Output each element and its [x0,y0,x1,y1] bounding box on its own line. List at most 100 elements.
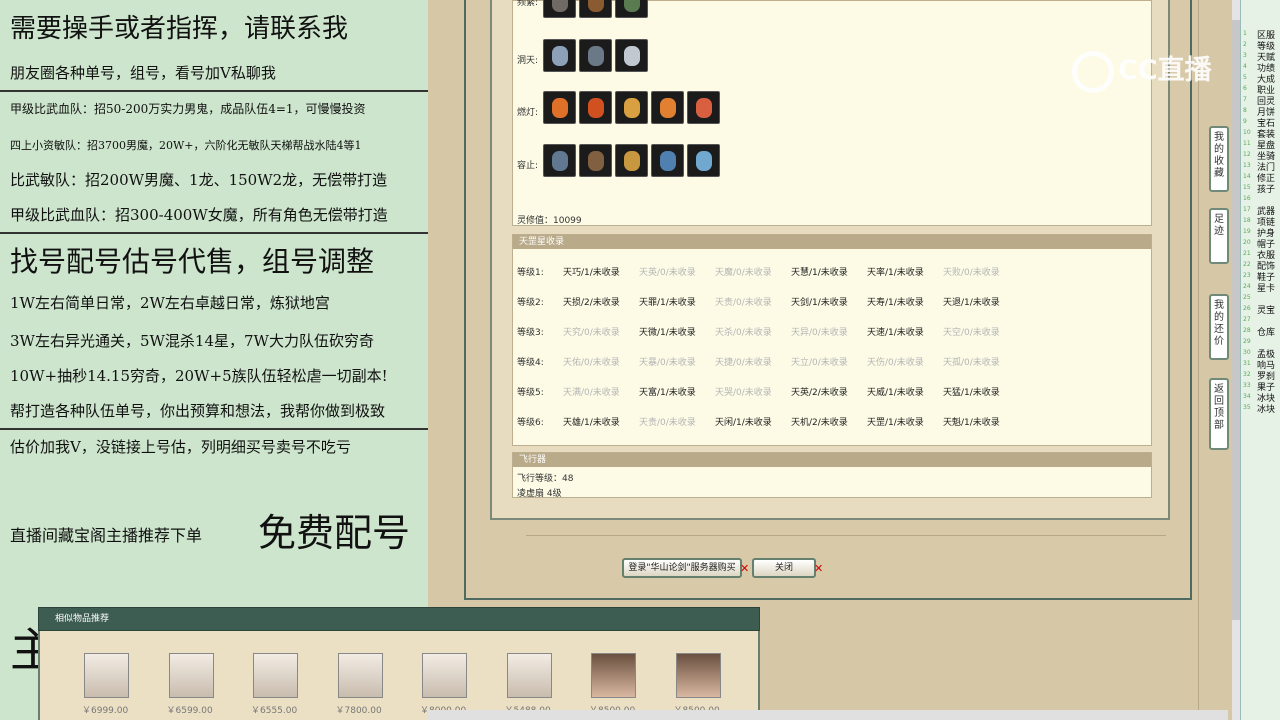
ad-line: 四上小资敏队：招3700男魔，20W+，六阶化无敏队天梯帮战水陆4等1 [10,139,362,152]
nav-item[interactable]: 灵宝 [1257,303,1275,316]
row-number: 33 [1243,382,1251,389]
attribute-nav-list: 1 区服 2 等级 3 天赋 4 功绩 5 大成 6 职业 7 回灵 8 月饼 9 宝石 10 套装 11 星盘 12 坐骑 1… [1240,0,1280,720]
back-to-top-button[interactable]: 返回顶部 [1209,378,1229,450]
item-icon[interactable] [615,91,648,124]
row-label: 洞天: [517,56,539,66]
row-number: 26 [1243,305,1251,312]
close-icon: ✕ [814,562,824,575]
row-number: 2 [1243,41,1247,48]
item-icon[interactable] [543,39,576,72]
item-icon[interactable] [543,144,576,177]
level-label: 等级5: [517,388,544,398]
item-glyph [696,151,712,171]
similar-items-list: ￥6999.00￥6599.00￥6555.00￥7800.00￥8000.00… [38,631,760,720]
row-number: 32 [1243,371,1251,378]
item-thumbnail[interactable] [591,653,636,698]
close-button[interactable]: 关闭 [752,558,816,578]
ad-divider [0,232,428,234]
row-number: 15 [1243,184,1251,191]
ad-line: 帮打造各种队伍单号，你出预算和想法，我帮你做到极致 [10,402,386,420]
item-glyph [696,98,712,118]
nav-item[interactable]: 仓库 [1257,325,1275,338]
star-entry: 天哭/0/未收录 [715,388,772,398]
level-label: 等级2: [517,298,544,308]
item-icon[interactable] [687,91,720,124]
item-thumbnail[interactable] [675,653,721,698]
star-entry: 天退/1/未收录 [943,298,1000,308]
item-thumbnail[interactable] [506,653,552,698]
nav-item[interactable]: 星卡 [1257,281,1275,294]
star-entry: 天寿/1/未收录 [867,298,924,308]
star-entry: 天英/2/未收录 [791,388,848,398]
row-number: 4 [1243,63,1247,70]
row-number: 25 [1243,294,1251,301]
ad-line: 1W左右简单日常，2W左右卓越日常，炼狱地宫 [10,294,330,312]
row-number: 9 [1243,118,1247,125]
tiangang-star-panel: 天罡星收录 等级1: 天巧/1/未收录 天英/0/未收录 天魔/0/未收录 天慧/1/未… [512,234,1152,446]
item-icon[interactable] [579,39,612,72]
my-favorites-button[interactable]: 我的收藏 [1209,126,1229,192]
star-entry: 天雄/1/未收录 [563,418,620,428]
star-entry: 天巧/1/未收录 [563,268,620,278]
row-number: 7 [1243,96,1247,103]
nav-item[interactable]: 冰块 [1257,402,1275,415]
footprint-button[interactable]: 足迹 [1209,208,1229,264]
item-icon[interactable] [579,91,612,124]
item-icon[interactable] [543,0,576,18]
item-icon[interactable] [651,91,684,124]
ad-line: 直播间藏宝阁主播推荐下单 [10,526,203,545]
item-icon[interactable] [579,144,612,177]
divider [526,535,1166,536]
item-icon[interactable] [579,0,612,18]
item-thumbnail[interactable] [253,653,298,698]
star-entry: 天损/2/未收录 [563,298,620,308]
flyer-level: 飞行等级：48 [517,474,574,484]
item-thumbnail[interactable] [168,653,214,698]
row-number: 29 [1243,338,1251,345]
star-entry: 天魁/1/未收录 [943,418,1000,428]
star-entry: 天空/0/未收录 [943,328,1000,338]
row-number: 22 [1243,261,1251,268]
row-number: 5 [1243,74,1247,81]
item-icon[interactable] [615,39,648,72]
star-entry: 天罡/1/未收录 [867,418,924,428]
item-icon[interactable] [687,144,720,177]
flyer-fan: 凌虚扇 4级 [517,489,562,499]
star-entry: 天慧/1/未收录 [791,268,848,278]
star-entry: 天立/0/未收录 [791,358,848,368]
row-number: 1 [1243,30,1247,37]
star-entry: 天伤/0/未收录 [867,358,924,368]
star-entry: 天满/0/未收录 [563,388,620,398]
nav-item[interactable]: 孩子 [1257,182,1275,195]
row-number: 6 [1243,85,1247,92]
star-entry: 天罪/1/未收录 [639,298,696,308]
horizontal-scrollbar[interactable] [428,710,1228,720]
star-entry: 天闲/1/未收录 [715,418,772,428]
star-entry: 天猛/1/未收录 [943,388,1000,398]
row-number: 27 [1243,316,1251,323]
row-label: 频繁: [517,0,539,8]
item-glyph [588,151,604,171]
item-icon[interactable] [615,144,648,177]
row-number: 35 [1243,404,1251,411]
item-thumbnail[interactable] [84,653,129,698]
item-icon[interactable] [543,91,576,124]
star-entry: 天微/1/未收录 [639,328,696,338]
item-thumbnail[interactable] [422,653,467,698]
item-glyph [552,98,568,118]
ad-line: 甲级比武血队：招300-400W女魔，所有角色无偿带打造 [10,206,388,224]
scrollbar-thumb[interactable] [1232,20,1240,620]
item-icon[interactable] [651,144,684,177]
star-entry: 天富/1/未收录 [639,388,696,398]
item-thumbnail[interactable] [337,653,383,698]
ad-line: 估价加我V，没链接上号估，列明细买号卖号不吃亏 [10,438,351,456]
ad-divider [0,90,428,92]
my-offers-button[interactable]: 我的还价 [1209,294,1229,360]
login-buy-button[interactable]: 登录"华山论剑"服务器购买 [622,558,742,578]
row-number: 18 [1243,217,1251,224]
ad-line: 10W+抽秒14.15穷奇，20W+5族队伍轻松虐一切副本! [10,367,388,385]
level-label: 等级3: [517,328,544,338]
row-number: 11 [1243,140,1251,147]
item-icon[interactable] [615,0,648,18]
row-number: 31 [1243,360,1251,367]
